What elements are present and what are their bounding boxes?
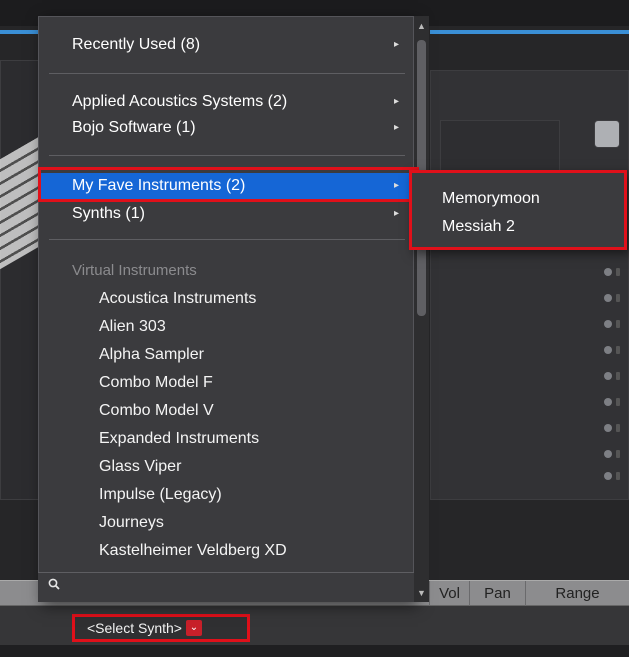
menu-separator (49, 239, 405, 240)
menu-item-label: Recently Used (8) (72, 36, 201, 53)
submenu-arrow-icon: ▸ (394, 39, 400, 50)
range-column-header[interactable]: Range (525, 581, 629, 607)
menu-item-combo-model-v[interactable]: Combo Model V (99, 399, 214, 423)
menu-separator (49, 155, 405, 156)
menu-item-journeys[interactable]: Journeys (99, 511, 164, 535)
menu-item-label: My Fave Instruments (2) (72, 177, 246, 194)
accent-line-right (430, 30, 629, 34)
submenu-item-messiah-2[interactable]: Messiah 2 (442, 218, 515, 236)
menu-item-label: Synths (1) (72, 205, 145, 222)
menu-item-impulse-legacy[interactable]: Impulse (Legacy) (99, 483, 222, 507)
accent-line-left (0, 30, 40, 34)
parameter-leds (602, 262, 624, 492)
bottom-status-strip (0, 645, 629, 657)
menu-item-glass-viper[interactable]: Glass Viper (99, 455, 181, 479)
submenu-arrow-icon: ▸ (394, 208, 400, 219)
menu-item-kastelheimer-veldberg-xd[interactable]: Kastelheimer Veldberg XD (99, 539, 287, 563)
menu-item-label: Bojo Software (1) (72, 119, 196, 136)
virtual-instruments-header: Virtual Instruments (72, 262, 197, 279)
menu-search-input[interactable] (68, 577, 398, 599)
submenu-item-memorymoon[interactable]: Memorymoon (442, 190, 540, 208)
menu-item-synths[interactable]: Synths (1) ▸ (39, 201, 415, 227)
menu-item-alien-303[interactable]: Alien 303 (99, 315, 166, 339)
search-icon (48, 578, 60, 593)
menu-item-expanded-instruments[interactable]: Expanded Instruments (99, 427, 259, 451)
menu-item-bojo-software[interactable]: Bojo Software (1) ▸ (39, 115, 415, 141)
left-panel (0, 60, 40, 500)
menu-search-row (38, 572, 414, 602)
menu-item-recently-used[interactable]: Recently Used (8) ▸ (39, 32, 415, 58)
my-fave-instruments-submenu: Memorymoon Messiah 2 (409, 170, 627, 250)
vol-column-header[interactable]: Vol (429, 581, 469, 607)
scroll-up-icon[interactable]: ▲ (414, 18, 429, 34)
menu-item-combo-model-f[interactable]: Combo Model F (99, 371, 213, 395)
select-synth-dropdown[interactable]: <Select Synth> ⌄ (72, 614, 250, 642)
select-synth-label: <Select Synth> (87, 620, 182, 636)
submenu-arrow-icon: ▸ (394, 96, 400, 107)
submenu-arrow-icon: ▸ (394, 122, 400, 133)
scroll-down-icon[interactable]: ▼ (414, 585, 429, 601)
menu-separator (49, 73, 405, 74)
menu-item-label: Applied Acoustics Systems (2) (72, 93, 288, 110)
power-knob[interactable] (594, 120, 620, 148)
menu-item-alpha-sampler[interactable]: Alpha Sampler (99, 343, 204, 367)
pan-column-header[interactable]: Pan (469, 581, 525, 607)
chevron-down-icon[interactable]: ⌄ (185, 620, 202, 636)
menu-item-applied-acoustics[interactable]: Applied Acoustics Systems (2) ▸ (39, 89, 415, 115)
submenu-arrow-icon: ▸ (394, 180, 400, 191)
menu-item-my-fave-instruments[interactable]: My Fave Instruments (2) ▸ (39, 173, 415, 199)
menu-item-acoustica-instruments[interactable]: Acoustica Instruments (99, 287, 256, 311)
synth-selection-menu: Recently Used (8) ▸ Applied Acoustics Sy… (38, 16, 415, 602)
